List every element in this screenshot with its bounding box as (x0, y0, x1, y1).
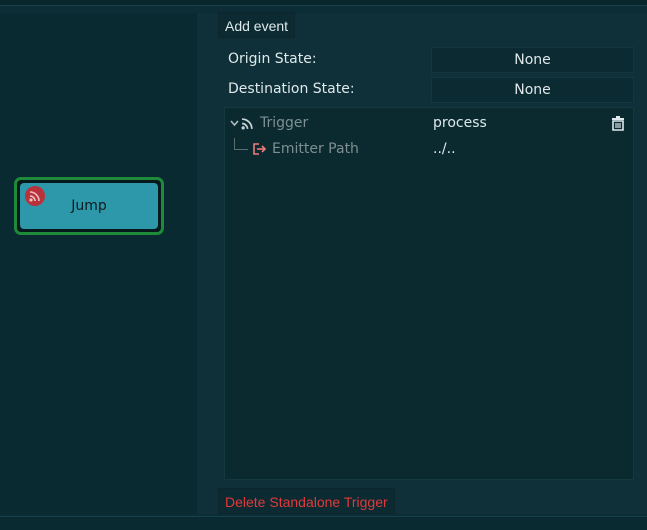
emitter-path-value[interactable]: ../.. (433, 141, 456, 157)
state-graph-canvas[interactable] (0, 13, 197, 514)
origin-state-label: Origin State: (228, 51, 317, 67)
state-node-jump[interactable]: Jump (14, 177, 164, 235)
top-toolbar (0, 0, 647, 6)
delete-standalone-trigger-button[interactable]: Delete Standalone Trigger (218, 488, 395, 514)
emitter-path-label: Emitter Path (272, 141, 359, 157)
trash-icon[interactable] (611, 116, 625, 131)
bottom-status-bar (0, 516, 647, 530)
export-icon (253, 143, 267, 155)
event-tree[interactable]: Trigger process Emitter Path ../.. (224, 107, 634, 480)
rss-icon (241, 117, 254, 130)
destination-state-dropdown[interactable]: None (431, 77, 634, 103)
rss-icon (25, 186, 45, 206)
trigger-label: Trigger (260, 115, 309, 131)
origin-state-dropdown[interactable]: None (431, 47, 634, 73)
destination-state-label: Destination State: (228, 81, 355, 97)
tree-connector (234, 138, 248, 150)
state-node-label: Jump (71, 198, 107, 214)
trigger-value[interactable]: process (433, 115, 487, 131)
panel-splitter[interactable] (197, 13, 209, 514)
add-event-button[interactable]: Add event (218, 12, 296, 38)
chevron-down-icon[interactable] (230, 120, 239, 127)
